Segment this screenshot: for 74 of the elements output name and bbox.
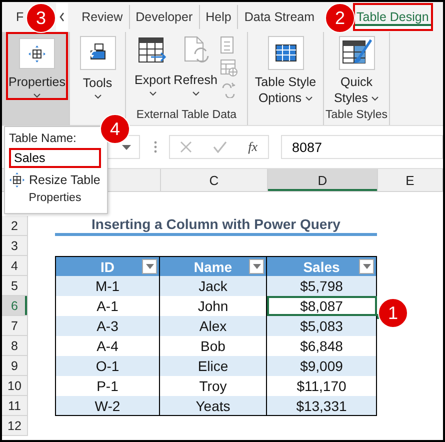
group-label: Table Styles — [326, 109, 388, 123]
ribbon-tab[interactable]: F — [16, 5, 24, 29]
row-header[interactable]: 2 — [2, 216, 28, 236]
ribbon-tab[interactable]: Review — [76, 5, 129, 29]
table-cell: $5,083 — [267, 316, 377, 336]
chevron-icon — [192, 91, 200, 96]
row-header[interactable]: 12 — [2, 416, 28, 436]
column-title: Sales — [303, 258, 340, 274]
ribbon-button[interactable]: Properties — [6, 32, 68, 100]
ribbon-button[interactable]: Table Style Options — [250, 32, 320, 106]
sheet-title: Inserting a Column with Power Query — [55, 216, 377, 236]
resize-table-button[interactable]: Resize Table — [9, 172, 107, 188]
row-header[interactable]: 11 — [2, 396, 28, 416]
ribbon-tab[interactable]: Table Design — [352, 3, 433, 31]
scroll-left-button[interactable] — [56, 3, 68, 31]
table-cell: $8,087 — [267, 296, 377, 316]
chevron-icon — [148, 91, 157, 96]
filter-button[interactable] — [359, 259, 374, 274]
grip-icon — [154, 141, 157, 153]
table-name-field[interactable]: Sales — [9, 148, 101, 168]
table-cell: W-2 — [55, 396, 160, 416]
row-header[interactable]: 4 — [2, 256, 28, 276]
row-header[interactable]: 6 — [2, 296, 28, 316]
table-cell: $9,009 — [267, 356, 377, 376]
group-label: External Table Data — [136, 109, 237, 123]
row-header[interactable]: 8 — [2, 336, 28, 356]
chevron-icon — [32, 93, 41, 98]
column-title: ID — [100, 258, 114, 274]
ribbon-tab[interactable]: Data Stream — [237, 5, 321, 29]
caret-icon — [146, 264, 154, 269]
table-cell: $13,331 — [267, 396, 377, 416]
formula-input[interactable]: 8087 — [281, 135, 443, 159]
table-cell: Elice — [160, 356, 267, 376]
check-icon[interactable] — [213, 141, 228, 153]
table-cell: A-3 — [55, 316, 160, 336]
filter-button[interactable] — [142, 259, 157, 274]
table-cell: P-1 — [55, 376, 160, 396]
table-resize-icon — [28, 44, 46, 62]
ribbon-button[interactable]: Export — [134, 32, 171, 96]
caret-icon — [252, 264, 260, 269]
column-title: Name — [194, 258, 232, 274]
table-cell: A-1 — [55, 296, 160, 316]
caret-icon — [362, 264, 370, 269]
column-header[interactable]: D — [268, 169, 378, 191]
list-icon[interactable] — [220, 36, 234, 54]
insert-function-button[interactable]: fx — [248, 139, 258, 155]
field-label: Table Name: — [9, 131, 78, 145]
column-header[interactable]: E — [378, 169, 443, 191]
filter-button[interactable] — [249, 259, 264, 274]
table-grid-icon — [274, 44, 296, 62]
chevron-icon — [94, 94, 102, 99]
cancel-icon[interactable] — [180, 141, 192, 153]
chevron-icon — [371, 96, 380, 102]
ribbon-button[interactable]: Quick Styles — [328, 32, 384, 106]
ribbon-button[interactable]: Refresh — [174, 32, 218, 96]
row-header[interactable]: 7 — [2, 316, 28, 336]
ribbon-tab[interactable]: Help — [198, 5, 238, 29]
row-header[interactable]: 3 — [2, 236, 28, 256]
table-resize-icon — [9, 172, 25, 188]
table-cell: $5,798 — [267, 276, 377, 296]
table-cell: Alex — [160, 316, 267, 336]
row-header[interactable]: 5 — [2, 276, 28, 296]
table-globe-icon[interactable] — [220, 59, 238, 77]
table-cell: Jack — [160, 276, 267, 296]
row-header[interactable]: 9 — [2, 356, 28, 376]
row-header[interactable]: 10 — [2, 376, 28, 396]
chevron-icon — [304, 96, 313, 102]
table-cell: A-4 — [55, 336, 160, 356]
table-cell: M-1 — [55, 276, 160, 296]
ribbon-tab[interactable]: Developer — [128, 5, 199, 29]
group-label: Properties — [28, 192, 82, 204]
table-cell: O-1 — [55, 356, 160, 376]
step-number-badge: 1 — [378, 298, 408, 328]
table-cell: Yeats — [160, 396, 267, 416]
